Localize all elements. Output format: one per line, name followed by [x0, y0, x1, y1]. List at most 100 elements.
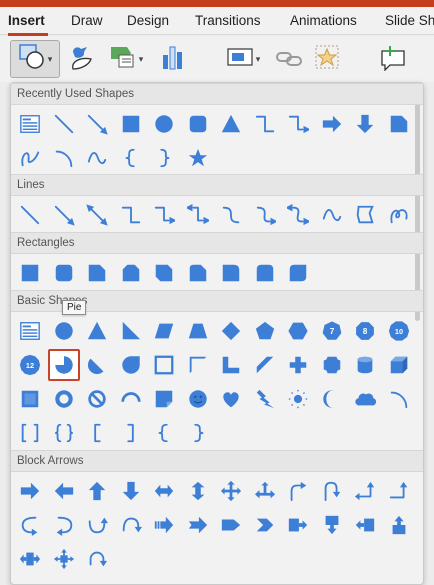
lshape-shape-button[interactable]	[215, 349, 247, 381]
curvedconndbl-shape-button[interactable]	[282, 199, 314, 231]
diamond-shape-button[interactable]	[215, 315, 247, 347]
new-comment-button[interactable]	[372, 40, 412, 78]
bracepair-shape-button[interactable]	[48, 417, 80, 449]
rightarrow-shape-button[interactable]	[14, 475, 46, 507]
tab-animations[interactable]: Animations	[290, 13, 357, 28]
leftrightcallout-shape-button[interactable]	[14, 543, 46, 575]
foldedcorner-shape-button[interactable]	[148, 383, 180, 415]
curvedleft-shape-button[interactable]	[48, 509, 80, 541]
sun-shape-button[interactable]	[282, 383, 314, 415]
arc-shape-button[interactable]	[383, 383, 415, 415]
tab-slide-sh[interactable]: Slide Sh	[385, 13, 434, 28]
donut-shape-button[interactable]	[48, 383, 80, 415]
star5-shape-button[interactable]	[182, 142, 214, 174]
bevel-shape-button[interactable]	[14, 383, 46, 415]
pie-shape-button[interactable]	[47, 349, 80, 381]
oval-shape-button[interactable]	[148, 108, 180, 140]
arrowline-shape-button[interactable]	[48, 199, 80, 231]
teardrop-shape-button[interactable]	[115, 349, 147, 381]
plaque-shape-button[interactable]	[316, 349, 348, 381]
moon-shape-button[interactable]	[316, 383, 348, 415]
rect-shape-button[interactable]	[14, 257, 46, 289]
tab-transitions[interactable]: Transitions	[195, 13, 261, 28]
bentarrow-shape-button[interactable]	[282, 475, 314, 507]
rbrace-shape-button[interactable]	[182, 417, 214, 449]
curveddown-shape-button[interactable]	[115, 509, 147, 541]
elbow-shape-button[interactable]	[115, 199, 147, 231]
halfframe-shape-button[interactable]	[182, 349, 214, 381]
pentagon-shape-button[interactable]	[249, 315, 281, 347]
upcallout-shape-button[interactable]	[383, 509, 415, 541]
smiley-shape-button[interactable]	[182, 383, 214, 415]
sniproundrect-shape-button[interactable]	[182, 257, 214, 289]
textbox-shape-button[interactable]	[14, 108, 46, 140]
updown-shape-button[interactable]	[182, 475, 214, 507]
triangle-shape-button[interactable]	[81, 315, 113, 347]
elbowarrow-shape-button[interactable]	[282, 108, 314, 140]
circulararrow-shape-button[interactable]	[81, 543, 113, 575]
curvedconn-shape-button[interactable]	[215, 199, 247, 231]
downarrow-shape-button[interactable]	[349, 108, 381, 140]
lbrace-shape-button[interactable]	[148, 417, 180, 449]
heart-shape-button[interactable]	[215, 383, 247, 415]
frame-shape-button[interactable]	[148, 349, 180, 381]
quadarrow-shape-button[interactable]	[215, 475, 247, 507]
snip1-shape-button[interactable]	[383, 108, 415, 140]
can-shape-button[interactable]	[349, 349, 381, 381]
lbracket-shape-button[interactable]	[81, 417, 113, 449]
curve-shape-button[interactable]	[316, 199, 348, 231]
gallery-scrollbar[interactable]	[415, 91, 420, 321]
freeform-poly-shape-button[interactable]	[349, 199, 381, 231]
smartart-button[interactable]: ▾	[103, 40, 149, 78]
leftrightup-shape-button[interactable]	[249, 475, 281, 507]
line-shape-button[interactable]	[48, 108, 80, 140]
cloud-shape-button[interactable]	[349, 383, 381, 415]
curve-shape-button[interactable]	[81, 142, 113, 174]
downarrow-shape-button[interactable]	[115, 475, 147, 507]
leftcallout-shape-button[interactable]	[349, 509, 381, 541]
snip2same-shape-button[interactable]	[115, 257, 147, 289]
roundrect-shape-button[interactable]	[182, 108, 214, 140]
uparrow-shape-button[interactable]	[81, 475, 113, 507]
round2diag-shape-button[interactable]	[282, 257, 314, 289]
link-button[interactable]	[272, 40, 306, 78]
elbow-shape-button[interactable]	[249, 108, 281, 140]
elbowarrow-shape-button[interactable]	[148, 199, 180, 231]
pentagonarrow-shape-button[interactable]	[215, 509, 247, 541]
action-button[interactable]	[308, 40, 346, 78]
textbox-shape-button[interactable]	[14, 315, 46, 347]
oval-shape-button[interactable]	[48, 315, 80, 347]
rbracket-shape-button[interactable]	[115, 417, 147, 449]
dblarrowline-shape-button[interactable]	[81, 199, 113, 231]
snip1-shape-button[interactable]	[81, 257, 113, 289]
nosmoking-shape-button[interactable]	[81, 383, 113, 415]
diagstripe-shape-button[interactable]	[249, 349, 281, 381]
round2same-shape-button[interactable]	[249, 257, 281, 289]
leftright-shape-button[interactable]	[148, 475, 180, 507]
shapes-button[interactable]: ▾	[10, 40, 60, 78]
chart-button[interactable]	[153, 40, 193, 78]
bentuparrow-shape-button[interactable]	[383, 475, 415, 507]
round1-shape-button[interactable]	[215, 257, 247, 289]
elbowdblarrow-shape-button[interactable]	[182, 199, 214, 231]
quadcallout-shape-button[interactable]	[48, 543, 80, 575]
leftarrow-shape-button[interactable]	[48, 475, 80, 507]
roundrect-shape-button[interactable]	[48, 257, 80, 289]
plus-shape-button[interactable]	[282, 349, 314, 381]
icons-button[interactable]	[62, 40, 100, 78]
hexagon-shape-button[interactable]	[282, 315, 314, 347]
lightning-shape-button[interactable]	[249, 383, 281, 415]
decagon-10-shape-button[interactable]: 10	[383, 315, 415, 347]
curvedup-shape-button[interactable]	[81, 509, 113, 541]
rttriangle-shape-button[interactable]	[115, 315, 147, 347]
tab-insert[interactable]: Insert	[8, 13, 45, 28]
snip2diag-shape-button[interactable]	[148, 257, 180, 289]
arc-shape-button[interactable]	[48, 142, 80, 174]
octagon-7-shape-button[interactable]: 7	[316, 315, 348, 347]
trapezoid-shape-button[interactable]	[182, 315, 214, 347]
cube-shape-button[interactable]	[383, 349, 415, 381]
blockarc-shape-button[interactable]	[115, 383, 147, 415]
screenshot-button[interactable]: ▾	[218, 40, 268, 78]
triangle-shape-button[interactable]	[215, 108, 247, 140]
arrowline-shape-button[interactable]	[81, 108, 113, 140]
